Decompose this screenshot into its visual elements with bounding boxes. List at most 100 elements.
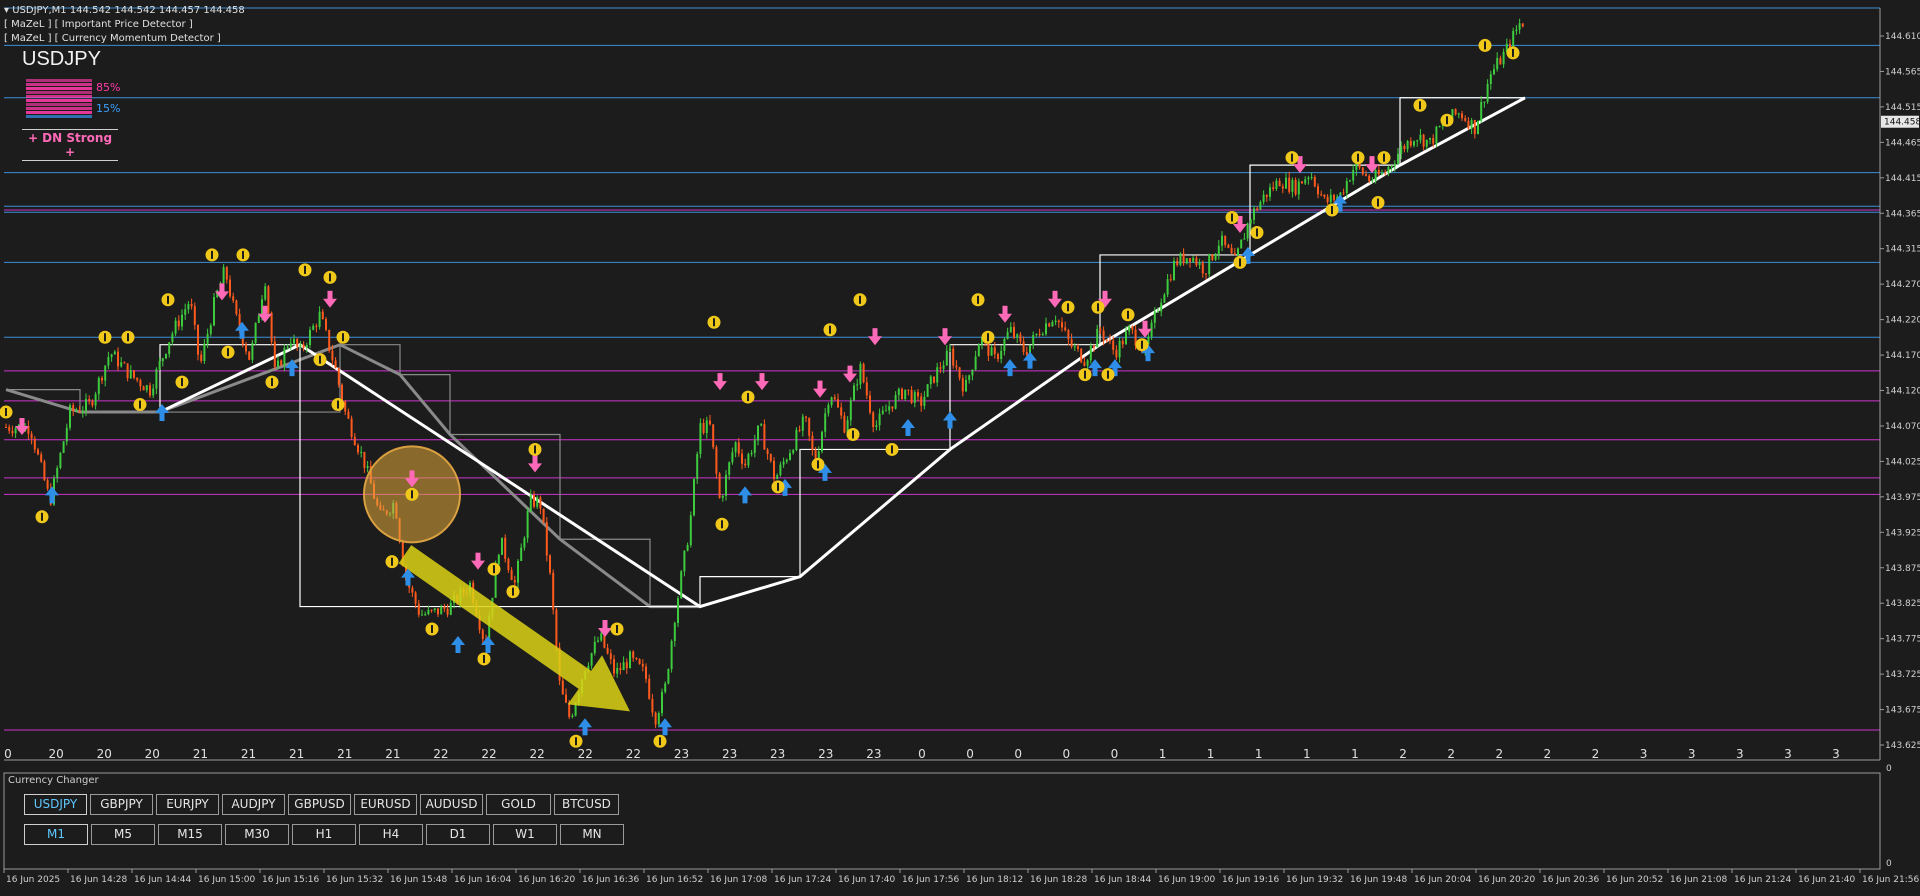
candle-body	[107, 357, 110, 366]
timeframe-button-m30[interactable]: M30	[225, 824, 289, 845]
candle-body	[971, 369, 974, 376]
candle-body	[177, 320, 180, 327]
timeframe-button-h1[interactable]: H1	[292, 824, 356, 845]
candle-body	[1345, 181, 1348, 194]
timeframe-button-mn[interactable]: MN	[560, 824, 624, 845]
candle-body	[1125, 331, 1127, 345]
hour-label: 2	[1447, 747, 1455, 761]
time-tick-label: 16 Jun 17:08	[710, 875, 767, 885]
candle-body	[1006, 332, 1009, 339]
symbol-button-gold[interactable]: GOLD	[486, 794, 551, 815]
candle-body	[222, 267, 225, 284]
candle-body	[184, 309, 187, 315]
hour-label: 2	[1495, 747, 1503, 761]
current-price-label: 144.458	[1884, 118, 1920, 128]
candle-body	[312, 325, 315, 330]
hour-label: 21	[337, 747, 352, 761]
hour-label: 22	[481, 747, 496, 761]
timeframe-button-d1[interactable]: D1	[426, 824, 490, 845]
candle-body	[1038, 333, 1041, 336]
symbol-button-btcusd[interactable]: BTCUSD	[554, 794, 619, 815]
candle-body	[158, 361, 161, 370]
chevron-down-icon[interactable]: ▾	[4, 5, 9, 16]
candle-body	[1205, 273, 1207, 275]
price-marker-icon	[1413, 98, 1427, 112]
candle-body	[101, 377, 103, 381]
timeframe-button-w1[interactable]: W1	[493, 824, 557, 845]
timeframe-button-m1[interactable]: M1	[24, 824, 88, 845]
candle-body	[350, 418, 353, 437]
candle-body	[875, 425, 878, 428]
price-tick-label: 144.025	[1885, 457, 1920, 467]
candle-body	[171, 333, 174, 343]
candle-body	[1208, 254, 1211, 275]
timeframe-button-m5[interactable]: M5	[91, 824, 155, 845]
candle-body	[1080, 348, 1083, 363]
candle-body	[773, 460, 775, 480]
candle-body	[821, 431, 823, 452]
time-tick-label: 16 Jun 18:28	[1030, 875, 1087, 885]
candle-body	[1515, 29, 1518, 32]
candle-body	[549, 555, 551, 573]
candle-body	[1435, 126, 1438, 144]
price-axis[interactable]: 144.610 144.565 144.515 144.465 144.415 144.3…	[1880, 32, 1920, 751]
candle-body	[513, 580, 516, 583]
time-tick-label: 16 Jun 14:44	[134, 875, 191, 885]
symbol-button-gbpusd[interactable]: GBPUSD	[288, 794, 351, 815]
symbol-button-eurusd[interactable]: EURUSD	[354, 794, 417, 815]
candle-body	[129, 370, 132, 379]
candle-body	[280, 360, 283, 366]
timeframe-button-h4[interactable]: H4	[359, 824, 423, 845]
timeframe-button-m15[interactable]: M15	[158, 824, 222, 845]
symbol-button-audjpy[interactable]: AUDJPY	[222, 794, 285, 815]
candle-body	[302, 344, 305, 348]
candle-body	[721, 496, 724, 498]
price-marker-icon	[487, 562, 501, 576]
candle-body	[1259, 202, 1262, 210]
candle-body	[1179, 253, 1182, 265]
candle-body	[1470, 120, 1473, 129]
candle-body	[1131, 326, 1134, 330]
price-chart[interactable]: 144.610 144.565 144.515 144.465 144.415 144.3…	[0, 0, 1920, 892]
hour-label: 22	[530, 747, 545, 761]
symbol-button-audusd[interactable]: AUDUSD	[420, 794, 483, 815]
price-marker-icon	[0, 405, 13, 419]
candle-body	[827, 404, 830, 414]
symbol-button-eurjpy[interactable]: EURJPY	[156, 794, 219, 815]
candle-body	[8, 427, 11, 431]
symbol-button-gbpjpy[interactable]: GBPJPY	[90, 794, 153, 815]
candle-body	[1246, 223, 1249, 239]
candle-body	[641, 664, 644, 667]
momentum-bar-segment	[26, 115, 92, 118]
candle-body	[1003, 338, 1006, 351]
chart-window[interactable]: 144.610 144.565 144.515 144.465 144.415 144.3…	[0, 0, 1920, 892]
ohlc-values: 144.542 144.542 144.457 144.458	[69, 5, 245, 16]
time-tick-label: 16 Jun 17:24	[774, 875, 831, 885]
candle-body	[744, 463, 747, 466]
candle-body	[1416, 140, 1419, 142]
price-tick-label: 143.725	[1885, 670, 1920, 680]
momentum-bar-segment	[26, 99, 92, 102]
hour-label: 23	[722, 747, 737, 761]
candle-body	[805, 416, 807, 418]
symbol-button-usdjpy[interactable]: USDJPY	[24, 794, 87, 815]
candle-body	[1368, 175, 1371, 182]
candle-body	[481, 629, 484, 639]
candle-body	[1189, 258, 1191, 262]
candle-body	[1393, 163, 1396, 166]
hour-label: 1	[1207, 747, 1215, 761]
candle-body	[1349, 180, 1351, 182]
candle-body	[1157, 311, 1159, 313]
price-marker-icon	[405, 487, 419, 501]
candle-body	[152, 388, 155, 396]
candle-body	[645, 666, 647, 679]
candle-body	[142, 386, 145, 391]
candle-body	[958, 367, 961, 379]
candle-body	[766, 449, 769, 454]
candle-body	[734, 442, 737, 453]
candle-body	[1240, 239, 1243, 249]
candle-body	[1153, 311, 1156, 323]
candle-body	[193, 306, 196, 325]
candle-body	[907, 389, 910, 391]
candle-body	[709, 420, 711, 425]
